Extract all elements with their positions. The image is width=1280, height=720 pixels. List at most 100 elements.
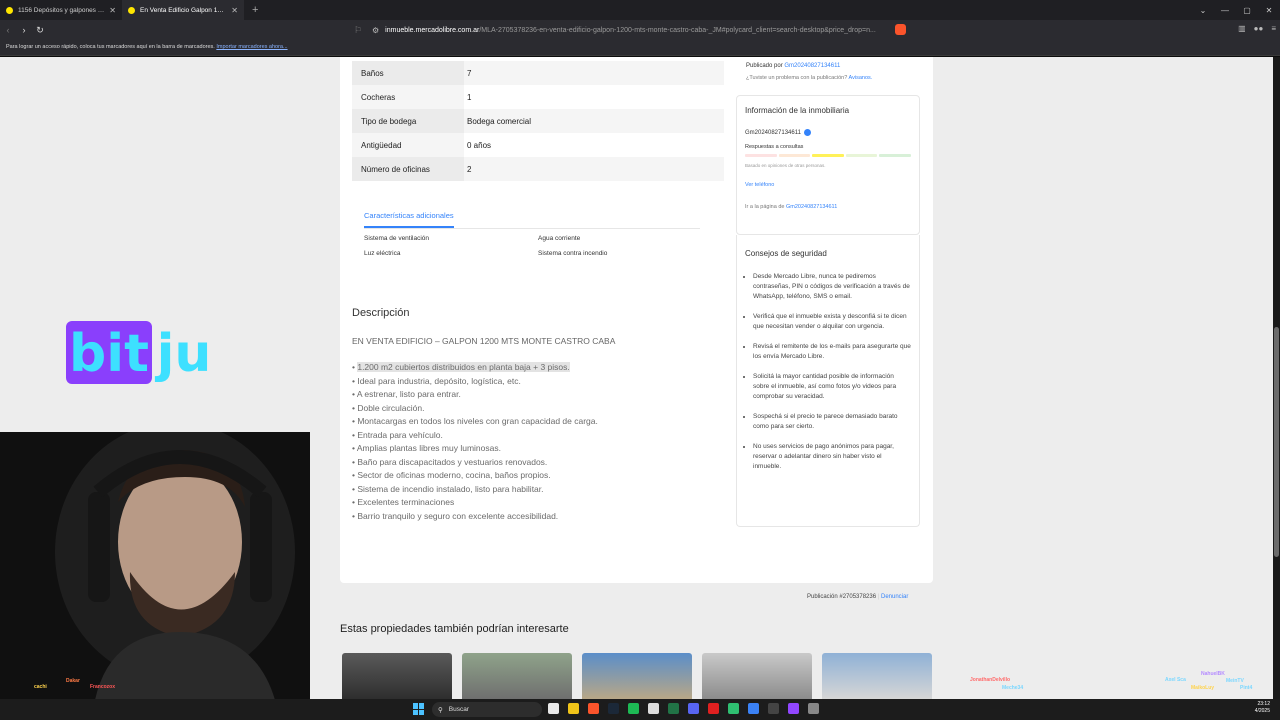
chat-name: cachi xyxy=(34,684,47,690)
bookmark-icon[interactable]: ⚐ xyxy=(350,25,366,36)
agency-info-title: Información de la inmobiliaria xyxy=(745,106,850,115)
spec-row: Baños 7 xyxy=(352,61,724,85)
extensions-icon[interactable]: ●● xyxy=(1254,24,1264,33)
spec-row: Número de oficinas 2 xyxy=(352,157,724,181)
app-icon[interactable] xyxy=(768,703,779,714)
safety-tips-box: Consejos de seguridad Desde Mercado Libr… xyxy=(736,235,920,527)
taskbar-clock[interactable]: 23:12 4/2025 xyxy=(1255,701,1270,715)
property-thumbnail[interactable] xyxy=(342,653,452,699)
feature-item: Agua corriente xyxy=(538,235,581,242)
agency-name: Gm20240827134611 xyxy=(745,129,911,136)
browser-tab-active[interactable]: En Venta Edificio Galpon 1200 M ✕ xyxy=(122,0,244,20)
chat-name: Axel Sca xyxy=(1165,677,1186,683)
published-by: Publicado por Gm20240827134611 xyxy=(746,63,841,69)
discord-icon[interactable] xyxy=(688,703,699,714)
safety-tip: No uses servicios de pago anónimos para … xyxy=(753,442,911,472)
responses-meter xyxy=(745,154,911,157)
close-tab-icon[interactable]: ✕ xyxy=(231,6,238,15)
feature-item: Sistema de ventilación xyxy=(364,235,430,242)
play-icon[interactable] xyxy=(728,703,739,714)
maximize-icon[interactable]: ▢ xyxy=(1236,6,1258,15)
sidebar-icon[interactable]: ▥ xyxy=(1238,24,1246,33)
spec-key: Número de oficinas xyxy=(352,157,464,181)
reload-icon[interactable]: ↻ xyxy=(32,25,48,36)
page-scrollbar[interactable] xyxy=(1273,57,1280,699)
chat-name: Dakar xyxy=(66,678,80,684)
report-problem: ¿Tuviste un problema con la publicación?… xyxy=(746,75,873,81)
publication-id: #2705378236 xyxy=(839,594,877,600)
brave-shields-icon[interactable] xyxy=(895,24,906,35)
responses-note: Basado en opiniones de otras personas. xyxy=(745,163,826,168)
mercadolibre-favicon-icon xyxy=(6,6,13,14)
description-item: • A estrenar, listo para entrar. xyxy=(352,389,461,399)
seller-link[interactable]: Gm20240827134611 xyxy=(784,63,840,69)
description-item: • Ideal para industria, depósito, logíst… xyxy=(352,375,521,386)
description-item: • Montacargas en todos los niveles con g… xyxy=(352,416,598,426)
spec-table: Baños 7 Cocheras 1 Tipo de bodega Bodega co… xyxy=(352,61,724,181)
tab-additional-features[interactable]: Características adicionales xyxy=(364,211,454,228)
windows-start-icon[interactable] xyxy=(413,703,425,715)
verified-check-icon xyxy=(803,129,811,136)
app-icon[interactable] xyxy=(808,703,819,714)
twitch-icon[interactable] xyxy=(788,703,799,714)
listing-card: Baños 7 Cocheras 1 Tipo de bodega Bodega co… xyxy=(340,57,933,583)
excel-icon[interactable] xyxy=(668,703,679,714)
additional-features-list: Sistema de ventilación Agua corriente Lu… xyxy=(364,235,724,257)
similar-properties-carousel xyxy=(342,653,932,699)
scrollbar-thumb[interactable] xyxy=(1274,327,1279,557)
browser-tab[interactable]: 1156 Depósitos y galpones en Venta ✕ xyxy=(0,0,122,20)
windows-taskbar: ⚲ Buscar xyxy=(0,699,1280,720)
report-link[interactable]: Denunciar xyxy=(881,594,908,600)
close-tab-icon[interactable]: ✕ xyxy=(109,6,116,15)
property-thumbnail[interactable] xyxy=(702,653,812,699)
description-item: • 1.200 m2 cubiertos distribuidos en pla… xyxy=(352,362,570,372)
minimize-icon[interactable]: — xyxy=(1214,6,1236,15)
safety-tip: Sospechá si el precio te parece demasiad… xyxy=(753,412,911,432)
new-tab-button[interactable]: + xyxy=(244,4,266,16)
folder-icon[interactable] xyxy=(568,703,579,714)
safety-tip: Verificá que el inmueble exista y descon… xyxy=(753,312,911,332)
app-icon[interactable] xyxy=(708,703,719,714)
chat-name: Francozox xyxy=(90,684,116,690)
menu-icon[interactable]: ≡ xyxy=(1271,24,1276,33)
bookmarks-hint: Para lograr un acceso rápido, coloca tus… xyxy=(6,44,215,50)
property-thumbnail[interactable] xyxy=(822,653,932,699)
close-window-icon[interactable]: ✕ xyxy=(1258,6,1280,15)
spec-row: Antigüedad 0 años xyxy=(352,133,724,157)
bitwarden-icon[interactable] xyxy=(748,703,759,714)
feature-item: Sistema contra incendio xyxy=(538,250,608,257)
tab-list-icon[interactable]: ⌄ xyxy=(1192,6,1214,15)
spec-row: Tipo de bodega Bodega comercial xyxy=(352,109,724,133)
spec-value: 7 xyxy=(467,68,472,78)
brave-browser-icon[interactable] xyxy=(588,703,599,714)
report-problem-link[interactable]: Avisanos. xyxy=(849,75,873,81)
taskbar-search[interactable]: ⚲ Buscar xyxy=(432,702,542,717)
obs-icon[interactable] xyxy=(648,703,659,714)
search-icon: ⚲ xyxy=(438,706,443,714)
spec-value: 0 años xyxy=(467,140,492,150)
import-bookmarks-link[interactable]: Importar marcadores ahora... xyxy=(216,44,287,50)
seller-sidebar: Publicado por Gm20240827134611 ¿Tuviste … xyxy=(736,57,920,527)
file-explorer-icon[interactable] xyxy=(548,703,559,714)
spec-key: Baños xyxy=(352,61,464,85)
chat-name: MeinTV xyxy=(1226,678,1244,684)
tab-title: 1156 Depósitos y galpones en Venta xyxy=(18,6,105,14)
chat-name: Pint4 xyxy=(1240,685,1253,691)
url-field[interactable]: ⚙ inmueble.mercadolibre.com.ar/MLA-27053… xyxy=(372,23,932,37)
spotify-icon[interactable] xyxy=(628,703,639,714)
description-item: • Doble circulación. xyxy=(352,402,425,413)
property-thumbnail[interactable] xyxy=(462,653,572,699)
description-subtitle: EN VENTA EDIFICIO – GALPON 1200 MTS MONT… xyxy=(352,336,616,346)
seller-page-link[interactable]: Gm20240827134611 xyxy=(786,204,837,210)
back-icon[interactable]: ‹ xyxy=(0,25,16,35)
steam-icon[interactable] xyxy=(608,703,619,714)
spec-value: 2 xyxy=(467,164,472,174)
browser-tab-bar: 1156 Depósitos y galpones en Venta ✕ En … xyxy=(0,0,1280,20)
safety-tip: Solicitá la mayor cantidad posible de in… xyxy=(753,372,911,402)
property-thumbnail[interactable] xyxy=(582,653,692,699)
forward-icon[interactable]: › xyxy=(16,25,32,35)
view-phone-link[interactable]: Ver teléfono xyxy=(745,182,911,188)
chat-name: MaikoLuy xyxy=(1191,685,1215,691)
site-settings-icon[interactable]: ⚙ xyxy=(372,26,379,35)
bitju-logo: bit ju xyxy=(66,321,211,384)
